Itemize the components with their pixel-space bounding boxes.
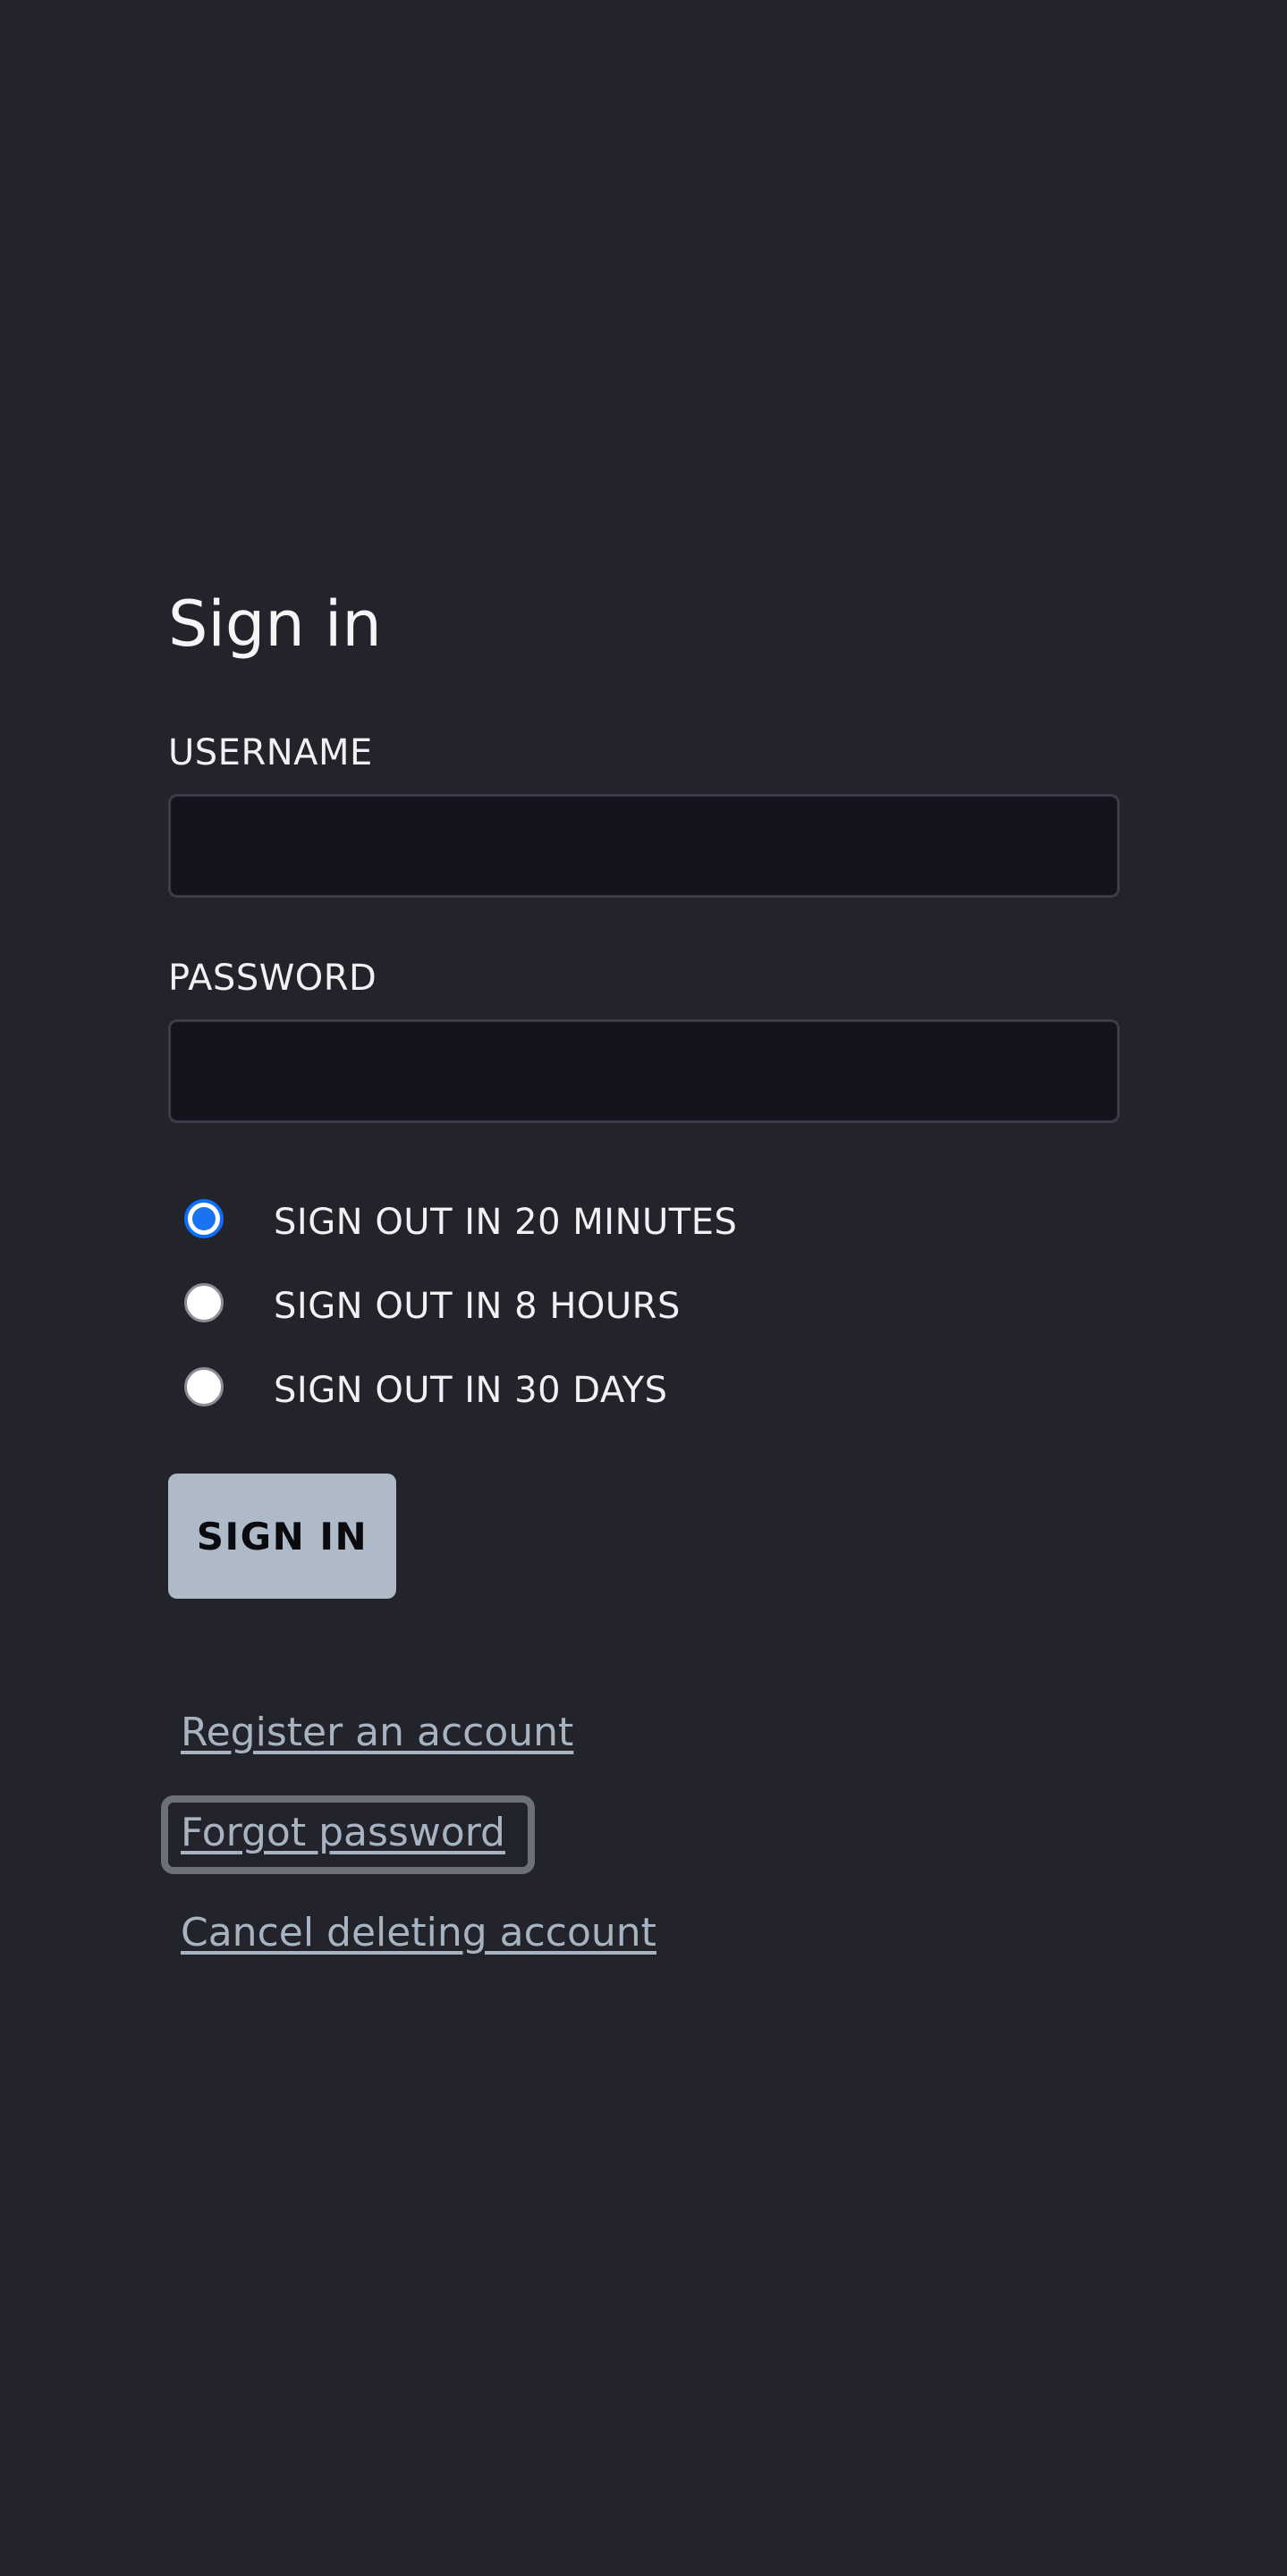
account-links: Register an account Forgot password Canc… xyxy=(161,1699,656,1999)
signin-form: Sign in USERNAME PASSWORD SIGN OUT IN 20… xyxy=(168,581,1120,1599)
session-option-label: SIGN OUT IN 30 DAYS xyxy=(274,1370,668,1411)
page-title: Sign in xyxy=(168,587,382,661)
session-option-30-days[interactable]: SIGN OUT IN 30 DAYS xyxy=(168,1348,1120,1432)
session-option-label: SIGN OUT IN 20 MINUTES xyxy=(274,1202,738,1243)
username-label: USERNAME xyxy=(168,732,373,773)
session-option-20-minutes[interactable]: SIGN OUT IN 20 MINUTES xyxy=(168,1180,1120,1264)
session-option-label: SIGN OUT IN 8 HOURS xyxy=(274,1286,681,1327)
register-link[interactable]: Register an account xyxy=(181,1699,656,1799)
password-input[interactable] xyxy=(168,1019,1120,1123)
login-page: Sign in USERNAME PASSWORD SIGN OUT IN 20… xyxy=(0,0,1287,2576)
password-label: PASSWORD xyxy=(168,958,377,999)
username-input[interactable] xyxy=(168,794,1120,898)
session-duration-group: SIGN OUT IN 20 MINUTES SIGN OUT IN 8 HOU… xyxy=(168,1180,1120,1432)
sign-in-button[interactable]: SIGN IN xyxy=(168,1474,396,1599)
cancel-deleting-account-link[interactable]: Cancel deleting account xyxy=(181,1899,656,1999)
radio-button[interactable] xyxy=(184,1367,224,1406)
radio-button-selected[interactable] xyxy=(184,1199,224,1238)
session-option-8-hours[interactable]: SIGN OUT IN 8 HOURS xyxy=(168,1264,1120,1348)
forgot-password-link[interactable]: Forgot password xyxy=(161,1795,656,1899)
radio-button[interactable] xyxy=(184,1283,224,1322)
